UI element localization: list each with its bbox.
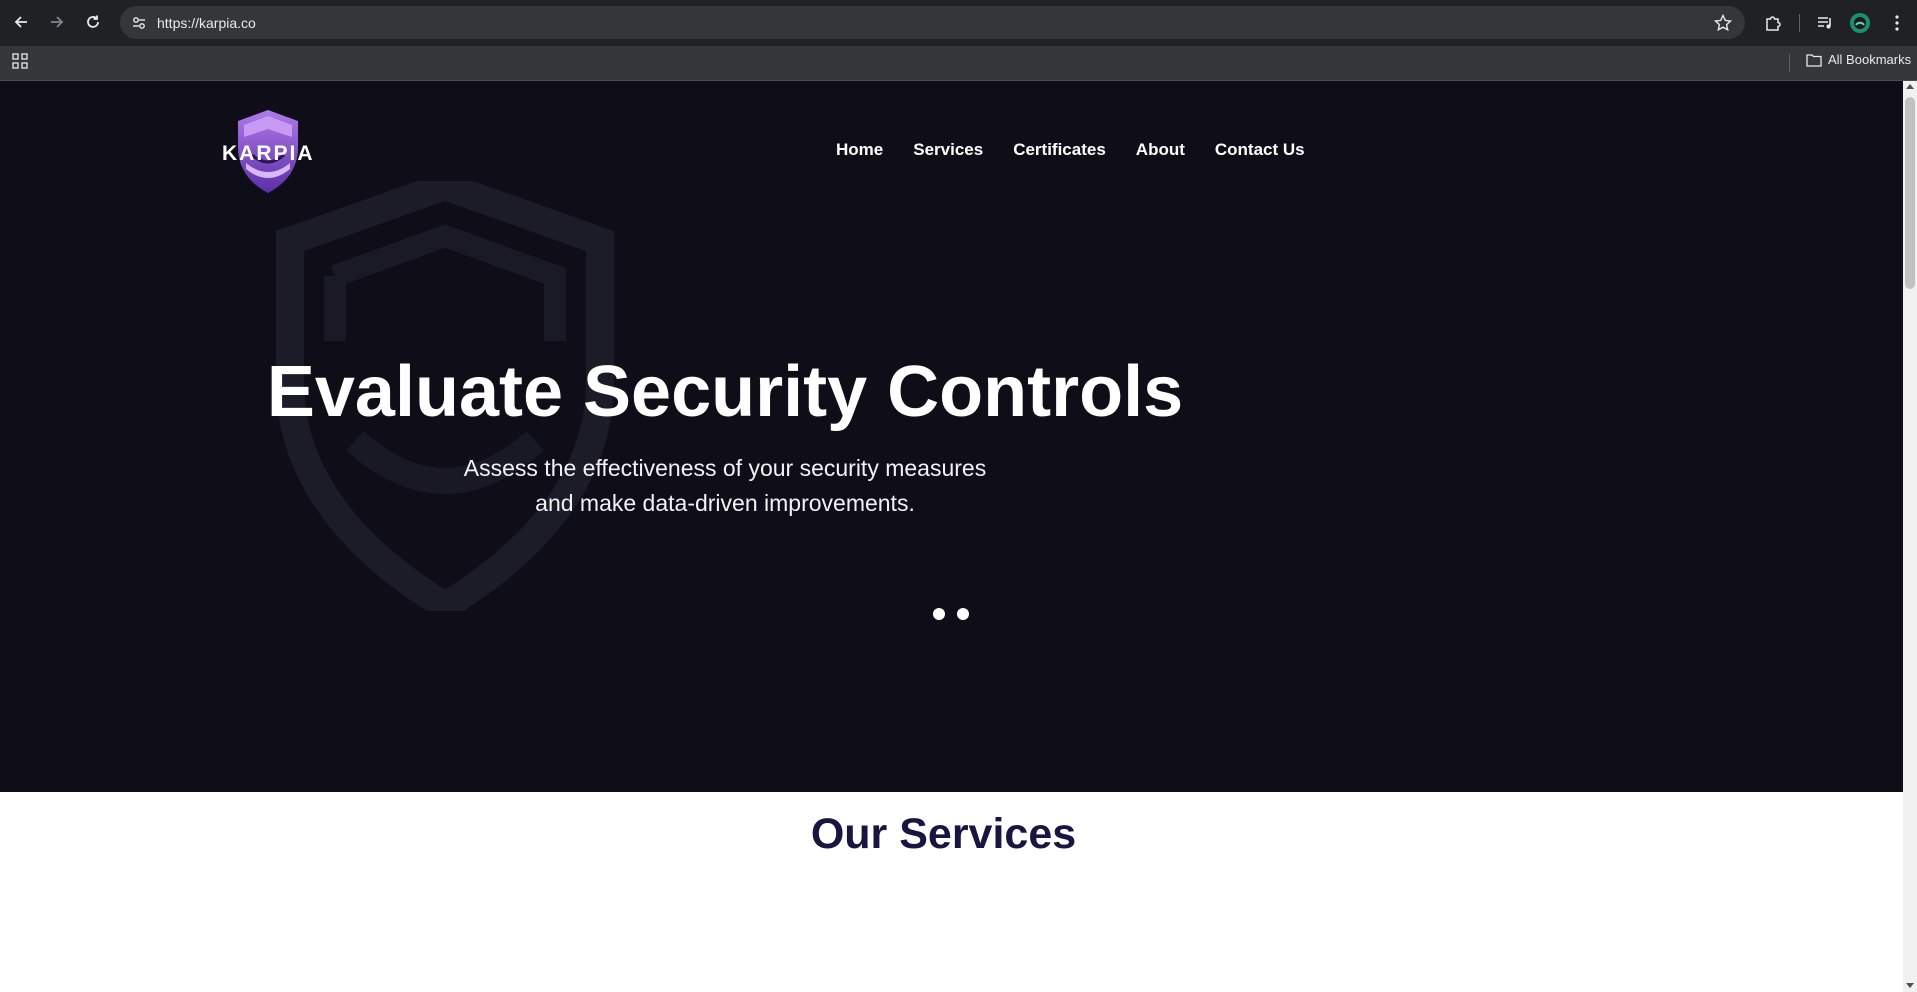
nav-about[interactable]: About: [1136, 140, 1185, 160]
toolbar-divider: [1799, 14, 1800, 32]
site-logo[interactable]: KARPIA: [222, 107, 314, 195]
browser-toolbar: https://karpia.co: [0, 0, 1917, 46]
carousel-dot-1[interactable]: [933, 608, 945, 620]
carousel-dot-2[interactable]: [957, 608, 969, 620]
reload-icon: [87, 15, 99, 28]
nav-services[interactable]: Services: [913, 140, 983, 160]
extensions-icon: [1766, 16, 1781, 31]
extensions-button[interactable]: [1762, 12, 1784, 34]
page-scrollbar[interactable]: [1903, 81, 1917, 992]
bookmarks-bar: All Bookmarks: [0, 46, 1917, 81]
menu-icon: [1895, 15, 1899, 31]
hero-subtitle-line-1: Assess the effectiveness of your securit…: [463, 455, 987, 481]
address-bar[interactable]: https://karpia.co: [120, 6, 1745, 39]
hero-subtitle-line-2: and make data-driven improvements.: [535, 490, 915, 516]
scroll-up-arrow-icon[interactable]: [1906, 84, 1914, 89]
browser-chrome: https://karpia.co All Bookmarks: [0, 0, 1917, 81]
logo-text: KARPIA: [222, 142, 315, 165]
apps-grid-icon[interactable]: [12, 53, 28, 69]
back-button[interactable]: [10, 11, 32, 33]
all-bookmarks-label: All Bookmarks: [1828, 52, 1912, 67]
nav-home[interactable]: Home: [836, 140, 883, 160]
main-nav: Home Services Certificates About Contact…: [836, 140, 1305, 160]
reload-button[interactable]: [82, 11, 104, 33]
profile-button[interactable]: [1849, 12, 1871, 34]
all-bookmarks-button[interactable]: All Bookmarks: [1806, 52, 1911, 67]
media-button[interactable]: [1814, 12, 1836, 34]
services-heading-text: Our Services: [810, 810, 1077, 858]
hero-section: KARPIA Home Services Certificates About …: [0, 81, 1903, 792]
nav-certificates[interactable]: Certificates: [1013, 140, 1106, 160]
scroll-thumb[interactable]: [1905, 97, 1915, 289]
star-icon[interactable]: [1713, 13, 1733, 33]
hero-title: Evaluate Security Controls: [266, 352, 1184, 432]
browser-menu-button[interactable]: [1886, 12, 1908, 34]
media-icon: [1818, 17, 1831, 29]
bookmarks-divider: [1789, 54, 1790, 72]
folder-icon: [1806, 53, 1822, 67]
carousel-dots: [933, 608, 969, 620]
profile-icon: [1850, 13, 1870, 33]
scroll-down-arrow-icon[interactable]: [1906, 983, 1914, 988]
hero-subtitle: Assess the effectiveness of your securit…: [0, 451, 1450, 521]
back-arrow-icon: [14, 16, 27, 28]
nav-contact-us[interactable]: Contact Us: [1215, 140, 1305, 160]
forward-arrow-icon: [51, 16, 64, 28]
url-text[interactable]: https://karpia.co: [157, 15, 256, 31]
forward-button[interactable]: [46, 11, 68, 33]
site-info-icon[interactable]: [130, 14, 148, 32]
services-heading: Our Services: [0, 810, 1903, 859]
